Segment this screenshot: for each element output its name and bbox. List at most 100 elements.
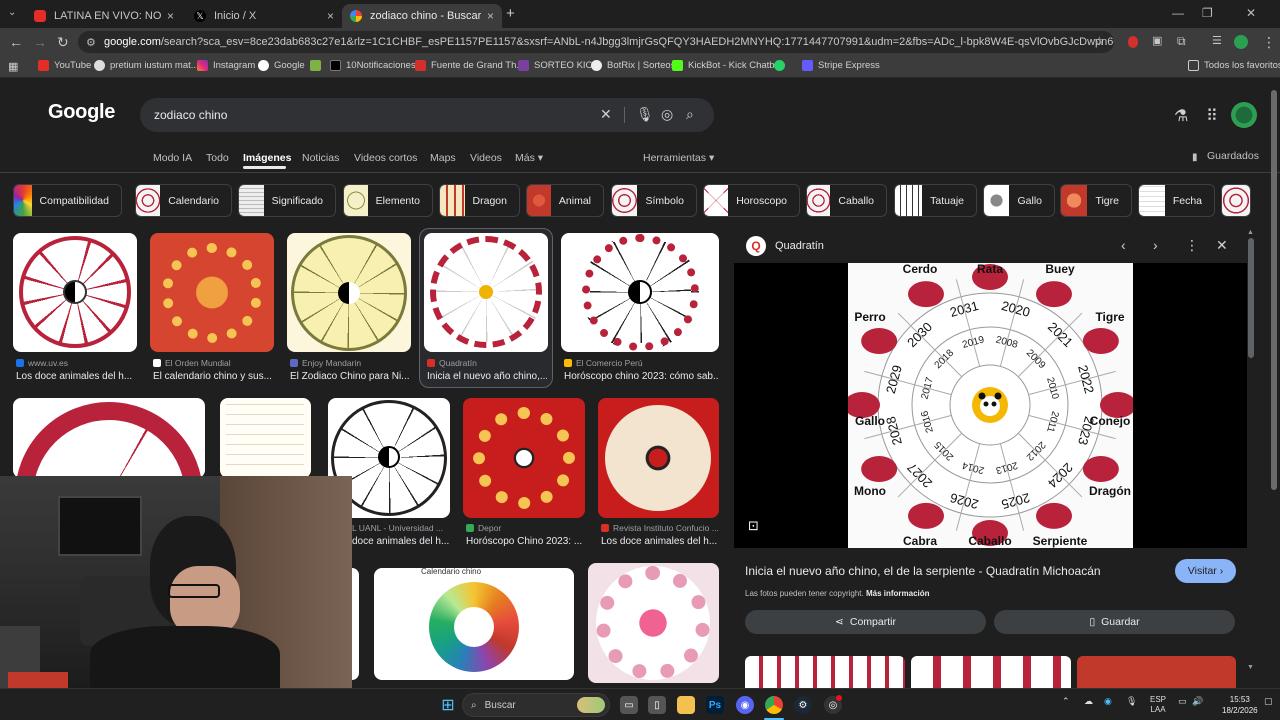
bookmark-unnamed[interactable] — [310, 60, 326, 71]
chip-horoscopo[interactable]: Horoscopo — [703, 184, 800, 217]
restore-icon[interactable]: ❐ — [1202, 6, 1213, 20]
bookmark-pretium[interactable]: pretium iustum mat... — [94, 60, 199, 71]
language-indicator[interactable]: ESP LAA — [1150, 695, 1166, 715]
result-title[interactable]: Horóscopo chino 2023: cómo sab... — [564, 371, 719, 382]
google-logo[interactable]: Google — [48, 101, 115, 124]
chip-simbolo[interactable]: Símbolo — [611, 184, 697, 217]
close-icon[interactable]: × — [487, 9, 494, 23]
chip-calendario[interactable]: Calendario — [135, 184, 232, 217]
tray-icon[interactable]: ☁ — [1084, 696, 1093, 707]
bookmark-grand-theft[interactable]: Fuente de Grand Th... — [415, 60, 524, 71]
menu-kebab-icon[interactable]: ⋮ — [1262, 34, 1276, 51]
close-icon[interactable]: × — [327, 9, 334, 23]
search-box[interactable]: zodiaco chino ✕ 🎙 ◎ ⌕ — [140, 98, 714, 132]
chip-fecha[interactable]: Fecha — [1138, 184, 1215, 217]
tab-todo[interactable]: Todo — [206, 152, 229, 164]
result-image[interactable] — [13, 398, 205, 478]
apps-grid-icon[interactable]: ⠿ — [1206, 106, 1218, 126]
result-image[interactable] — [352, 568, 359, 680]
related-image[interactable] — [1077, 656, 1236, 688]
voice-search-icon[interactable]: 🎙 — [636, 106, 654, 123]
taskbar-search[interactable]: ⌕ Buscar — [462, 693, 610, 717]
tray-overflow-icon[interactable]: ⌃ — [1062, 696, 1070, 707]
more-info-link[interactable]: Más información — [866, 589, 930, 598]
scroll-down-icon[interactable]: ▼ — [1247, 664, 1254, 671]
tab-imagenes[interactable]: Imágenes — [243, 152, 291, 164]
bookmark-botrix[interactable]: BotRix | Sorteos — [591, 60, 675, 71]
related-image[interactable] — [911, 656, 1071, 688]
result-image[interactable] — [13, 233, 137, 352]
visit-button[interactable]: Visitar › — [1175, 559, 1236, 583]
file-explorer-icon[interactable] — [677, 696, 695, 714]
previous-icon[interactable]: ‹ — [1121, 237, 1126, 253]
lens-camera-icon[interactable]: ◎ — [661, 106, 673, 123]
tools-button[interactable]: Herramientas ▾ — [643, 152, 714, 164]
volume-icon[interactable]: 🔊 — [1192, 696, 1203, 707]
address-bar[interactable]: google.com/search?sca_esv=8ce23dab683c27… — [78, 31, 1114, 53]
chip-elemento[interactable]: Elemento — [343, 184, 433, 217]
reading-list-icon[interactable]: ☰ — [1212, 34, 1222, 47]
result-title[interactable]: Inicia el nuevo año chino,... — [427, 371, 547, 382]
result-image[interactable] — [424, 233, 548, 352]
result-image[interactable] — [150, 233, 274, 352]
result-title[interactable]: Horóscopo Chino 2023: ... — [466, 536, 586, 547]
bookmark-kickbot[interactable]: KickBot - Kick Chatb... — [672, 60, 783, 71]
avatar[interactable] — [1231, 102, 1257, 128]
result-image[interactable] — [463, 398, 585, 518]
bookmark-sorteo-kick[interactable]: SORTEO KICK — [518, 60, 599, 71]
tab-mas[interactable]: Más ▾ — [515, 152, 543, 164]
clear-icon[interactable]: ✕ — [600, 106, 612, 123]
result-title[interactable]: doce animales del h... — [352, 536, 452, 547]
chip-more[interactable] — [1221, 184, 1251, 217]
steam-icon[interactable]: ⚙ — [794, 696, 812, 714]
result-title[interactable]: El calendario chino y sus... — [153, 371, 273, 382]
tab-latina[interactable]: LATINA EN VIVO: NOTICIAS DE × — [26, 4, 182, 28]
profile-avatar-icon[interactable] — [1234, 35, 1248, 49]
tab-noticias[interactable]: Noticias — [302, 152, 339, 164]
tab-videos[interactable]: Videos — [470, 152, 502, 164]
microphone-icon[interactable]: 🎙 — [1126, 696, 1137, 707]
extension-icon[interactable]: ▣ — [1152, 34, 1162, 47]
search-input[interactable]: zodiaco chino — [154, 108, 227, 122]
photoshop-icon[interactable]: Ps — [706, 696, 724, 714]
bookmark-youtube[interactable]: YouTube — [38, 60, 91, 71]
tab-list-icon[interactable]: ⌄ — [8, 7, 16, 18]
chip-compatibilidad[interactable]: Compatibilidad — [13, 184, 122, 217]
chip-dragon[interactable]: Dragon — [439, 184, 520, 217]
result-image[interactable] — [220, 398, 311, 478]
windows-start-icon[interactable]: ⊞ — [439, 696, 457, 714]
site-info-icon[interactable]: ⚙ — [86, 36, 96, 49]
lens-search-icon[interactable]: ⊡ — [748, 518, 759, 534]
task-view-icon[interactable]: ▭ — [620, 696, 638, 714]
related-image[interactable] — [745, 656, 905, 688]
chip-significado[interactable]: Significado — [238, 184, 336, 217]
panel-title[interactable]: Inicia el nuevo año chino, el de la serp… — [745, 564, 1101, 578]
bookmark-instagram[interactable]: Instagram — [197, 60, 255, 71]
result-image[interactable] — [588, 563, 719, 683]
page-scrollbar[interactable] — [1271, 90, 1277, 490]
share-button[interactable]: ⋖ Compartir — [745, 610, 986, 634]
saved-link[interactable]: Guardados — [1207, 150, 1259, 162]
app-icon[interactable]: ▯ — [648, 696, 666, 714]
bookmark-all-folder[interactable]: Todos los favoritos — [1188, 60, 1280, 71]
search-icon[interactable]: ⌕ — [686, 106, 694, 123]
window-close-icon[interactable]: ✕ — [1246, 6, 1256, 20]
forward-icon[interactable]: → — [33, 34, 47, 50]
chrome-icon[interactable] — [765, 696, 783, 714]
tab-maps[interactable]: Maps — [430, 152, 456, 164]
save-button[interactable]: ▯ Guardar — [994, 610, 1235, 634]
chip-caballo[interactable]: Caballo — [806, 184, 887, 217]
bookmark-star-icon[interactable]: ☆ — [1094, 34, 1105, 48]
result-title[interactable]: Los doce animales del h... — [16, 371, 136, 382]
clock[interactable]: 15:53 18/2/2026 — [1222, 694, 1258, 716]
tray-icon[interactable]: ◉ — [1104, 696, 1112, 707]
new-tab-icon[interactable]: + — [506, 5, 515, 22]
extension-icon[interactable] — [1128, 36, 1138, 48]
notifications-icon[interactable]: ▢ — [1264, 696, 1273, 707]
result-image[interactable]: Calendario chino — [374, 568, 574, 680]
extensions-puzzle-icon[interactable]: ⧉ — [1177, 34, 1186, 49]
back-icon[interactable]: ← — [9, 34, 23, 50]
tab-x[interactable]: 𝕏 Inicio / X × — [186, 4, 342, 28]
tab-videos-cortos[interactable]: Videos cortos — [354, 152, 417, 164]
bookmark-10notificaciones[interactable]: 10Notificaciones — [330, 60, 416, 71]
